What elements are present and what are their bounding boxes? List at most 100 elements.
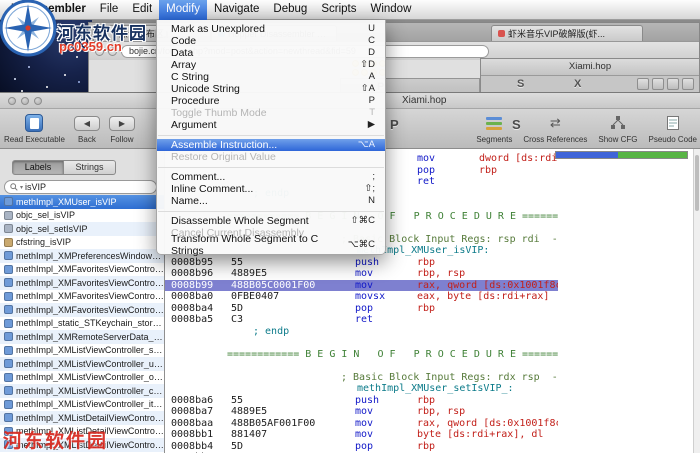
menubar-item[interactable]: Scripts [314, 0, 363, 20]
asm-line[interactable]: 0008baa 488B05AF001F00 mov rax, qword [ds:0… [165, 418, 558, 430]
modify-menu-item[interactable]: Assemble Instruction... ⌥A [157, 139, 385, 151]
asm-line[interactable]: 0008ba4 5D pop rbp [165, 303, 558, 315]
search-field[interactable]: ▾ isVIP [4, 180, 157, 194]
symbol-list-item[interactable]: methImpl_XMFavoritesViewController_s... [0, 263, 164, 277]
segments-toolbar-icon[interactable]: S [517, 78, 524, 90]
toolbar-icon[interactable] [667, 78, 679, 90]
menubar-item[interactable]: Modify [159, 0, 208, 20]
modify-menu-item[interactable]: Array ⇧D [157, 59, 385, 71]
symbol-list-item[interactable]: methImpl_XMFavoritesViewController... [0, 303, 164, 317]
menu-item-label: Inline Comment... [171, 183, 254, 195]
symbol-list-item[interactable]: methImpl_XMListViewController_obser... [0, 371, 164, 385]
zoom-window-button[interactable] [34, 97, 42, 105]
back-button[interactable]: ◀ Back [73, 111, 100, 144]
toolbar-icon[interactable] [637, 78, 649, 90]
asm-line[interactable] [165, 337, 558, 349]
navigation-bar[interactable] [555, 151, 688, 159]
symbol-list-item[interactable]: methImpl_XMListDetailViewController... [0, 411, 164, 425]
symbol-label: methImpl_XMListViewController_iteml... [16, 399, 164, 410]
asm-line[interactable]: 0008bb1 881407 mov byte [ds:rdi+rax], dl [165, 429, 558, 441]
cross-references-button[interactable]: ⇄ Cross References [523, 111, 587, 144]
modify-menu-item[interactable]: Inline Comment... ⇧; [157, 183, 385, 195]
modify-menu-item[interactable]: Disassemble Whole Segment ⇧⌘C [157, 215, 385, 227]
symbol-list-item[interactable]: methImpl_XMListViewController_chec... [0, 384, 164, 398]
asm-line[interactable]: 0008ba0 0FBE0407 movsx eax, byte [ds:rdi+ra… [165, 291, 558, 303]
procedures-badge-icon[interactable]: P [390, 117, 399, 132]
symbol-list-item[interactable]: methImpl_static_STKeychain_storeUse... [0, 317, 164, 331]
modify-menu-item[interactable]: Unicode String ⇧A [157, 83, 385, 95]
symbol-list-item[interactable]: methImpl_XMListViewController_settle... [0, 344, 164, 358]
asm-line[interactable]: 0008b99 488B05C0001F00 mov rax, qword [ds:0… [165, 279, 558, 291]
modify-menu-item[interactable]: Procedure P [157, 95, 385, 107]
menu-item-label: Mark as Unexplored [171, 23, 265, 35]
asm-line[interactable]: 0008b95 55 push rbp [165, 257, 558, 269]
asm-line[interactable] [165, 360, 558, 372]
modify-menu-item[interactable]: Mark as Unexplored U [157, 23, 385, 35]
toolbar-left-group: Read Executable ◀ Back ▶ Follow [4, 111, 135, 144]
read-executable-button[interactable]: Read Executable [4, 111, 65, 144]
asm-line[interactable]: ; endp [165, 326, 558, 338]
symbol-list-item[interactable]: methImpl_XMPreferencesWindowContro... [0, 249, 164, 263]
search-value: isVIP [25, 182, 47, 192]
asm-line[interactable]: ; Basic Block Input Regs: rdx rsp - Kill… [165, 372, 558, 384]
close-window-button[interactable] [8, 97, 16, 105]
menubar-item[interactable]: Navigate [207, 0, 266, 20]
xrefs-toolbar-icon[interactable]: X [574, 78, 581, 90]
symbol-list-item[interactable]: methImpl_XMListViewController_iteml... [0, 398, 164, 412]
segments-button[interactable]: Segments [476, 111, 512, 144]
symbol-list-item[interactable]: methImpl_XMUser_isVIP [0, 195, 164, 209]
menubar: DisassemblerFileEditModifyNavigateDebugS… [0, 0, 700, 20]
modify-menu-item[interactable] [157, 131, 385, 139]
menu-item-label: C String [171, 71, 209, 83]
menubar-item[interactable]: Window [363, 0, 418, 20]
symbol-type-icon [4, 291, 13, 301]
symbol-label: methImpl_XMFavoritesViewController... [16, 277, 164, 288]
symbol-type-icon [4, 197, 13, 207]
sidebar-tab[interactable]: Labels [12, 160, 64, 175]
modify-menu-item[interactable]: Comment... ; [157, 171, 385, 183]
symbol-list-item[interactable]: objc_sel_setIsVIP [0, 222, 164, 236]
modify-menu-item[interactable]: Name... N [157, 195, 385, 207]
asm-line[interactable]: ============ B E G I N O F P R O C E D U… [165, 349, 558, 361]
symbol-list-item[interactable]: methImpl_XMFavoritesViewController... [0, 290, 164, 304]
menubar-item[interactable]: File [93, 0, 126, 20]
symbol-list-item[interactable]: methImpl_XMRemoteServerData_retur... [0, 330, 164, 344]
modify-menu: Mark as Unexplored U Code C Data D Array… [156, 20, 386, 257]
symbol-list-item[interactable]: methImpl_XMFavoritesViewController... [0, 276, 164, 290]
scrollbar-thumb[interactable] [695, 155, 699, 211]
modify-menu-item[interactable]: Code C [157, 35, 385, 47]
minimize-window-button[interactable] [21, 97, 29, 105]
modify-menu-item[interactable]: Toggle Thumb Mode T [157, 107, 385, 119]
modify-menu-item[interactable] [157, 163, 385, 171]
modify-menu-item[interactable]: Transform Whole Segment to C Strings ⌥⌘C [157, 233, 385, 257]
symbol-list-item[interactable]: cfstring_isVIP [0, 236, 164, 250]
browser-tab[interactable]: 虾米音乐VIP破解版(虾... [491, 25, 643, 41]
symbol-list-item[interactable]: methImpl_XMListViewController_upda... [0, 357, 164, 371]
asm-line[interactable]: 0008ba5 C3 ret [165, 314, 558, 326]
symbol-list-item[interactable]: objc_sel_isVIP [0, 209, 164, 223]
modify-menu-item[interactable] [157, 207, 385, 215]
modify-menu-item[interactable]: C String A [157, 71, 385, 83]
show-cfg-button[interactable]: Show CFG [598, 111, 638, 144]
asm-line[interactable]: methImpl_XMUser_setIsVIP_: [165, 383, 558, 395]
asm-line[interactable]: 0008b96 4889E5 mov rbp, rsp [165, 268, 558, 280]
symbol-label: objc_sel_setIsVIP [16, 223, 88, 234]
asm-line[interactable]: 0008bb4 5D pop rbp [165, 441, 558, 453]
nav-segment[interactable] [556, 152, 618, 158]
asm-line[interactable]: 0008ba6 55 push rbp [165, 395, 558, 407]
scrollbar[interactable] [693, 149, 700, 453]
nav-segment[interactable] [618, 152, 687, 158]
symbol-type-icon [4, 413, 13, 423]
follow-button[interactable]: ▶ Follow [108, 111, 135, 144]
pseudo-code-button[interactable]: Pseudo Code [649, 111, 697, 144]
menubar-item[interactable]: Debug [266, 0, 314, 20]
read-executable-icon [25, 114, 44, 132]
toolbar-icon[interactable] [652, 78, 664, 90]
modify-menu-item[interactable]: Data D [157, 47, 385, 59]
sidebar-tab[interactable]: Strings [64, 160, 116, 175]
toolbar-icon[interactable] [682, 78, 694, 90]
modify-menu-item[interactable]: Restore Original Value [157, 151, 385, 163]
asm-line[interactable]: 0008ba7 4889E5 mov rbp, rsp [165, 406, 558, 418]
menubar-item[interactable]: Edit [125, 0, 159, 20]
modify-menu-item[interactable]: Argument ▶ [157, 119, 385, 131]
